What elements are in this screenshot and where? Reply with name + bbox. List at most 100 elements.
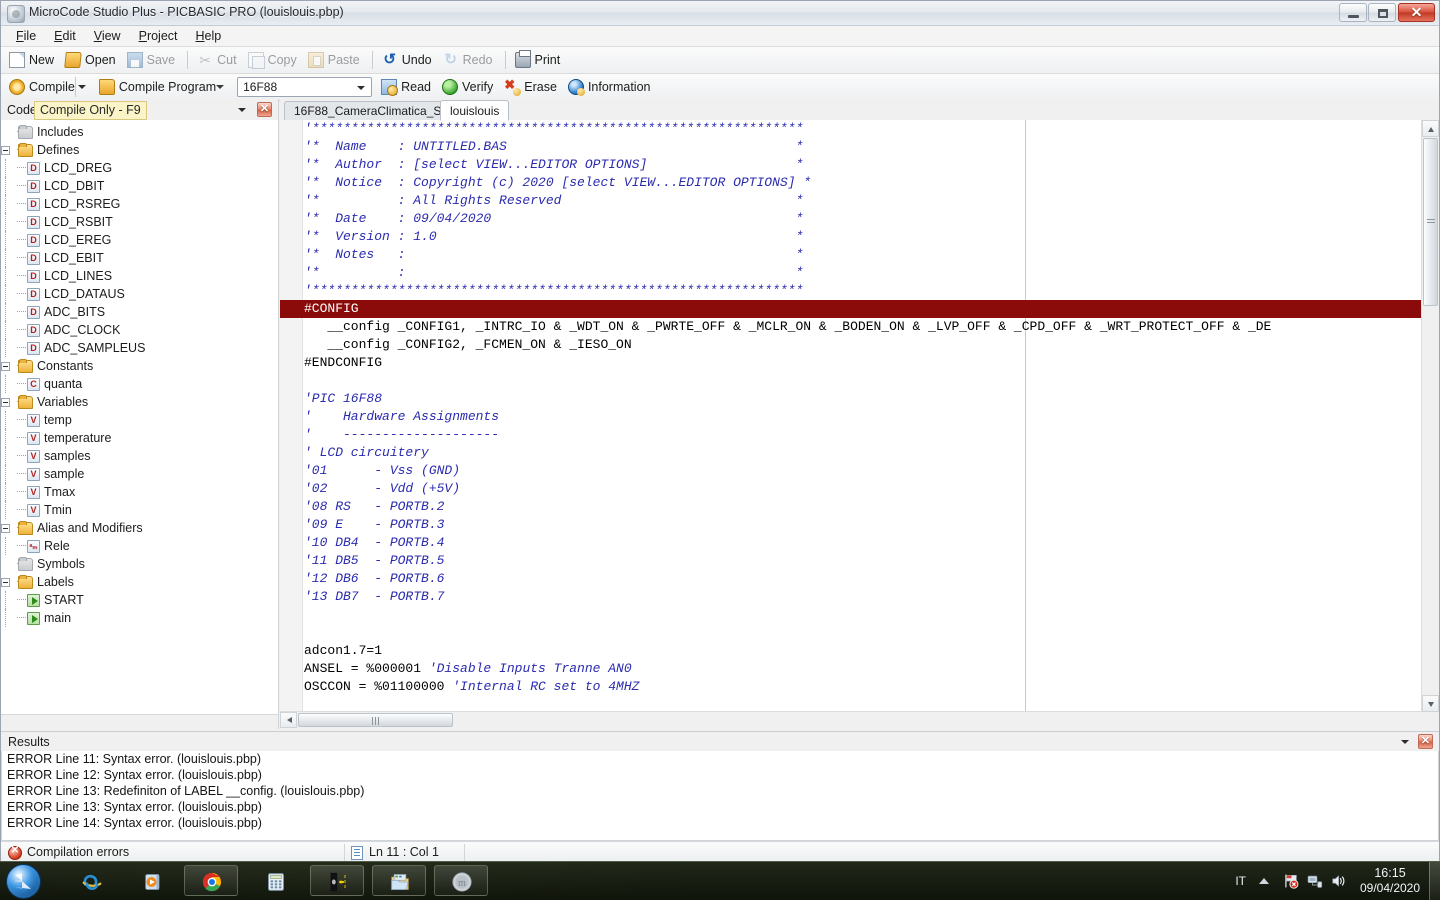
menu-help[interactable]: Help (187, 27, 231, 45)
tree-item-lcd-ereg[interactable]: DLCD_EREG (1, 231, 278, 249)
menu-edit[interactable]: Edit (45, 27, 85, 45)
code-panel-close-button[interactable]: ✕ (257, 102, 272, 117)
tree-item-start[interactable]: START (1, 591, 278, 609)
taskbar-media-player[interactable] (126, 865, 180, 896)
speaker-icon[interactable] (1330, 873, 1347, 889)
tree-item-temp[interactable]: Vtemp (1, 411, 278, 429)
undo-button[interactable]: ↺ Undo (378, 48, 439, 72)
tree-item-quanta[interactable]: Cquanta (1, 375, 278, 393)
result-message[interactable]: ERROR Line 11: Syntax error. (louislouis… (2, 751, 1438, 767)
close-window-button[interactable]: ✕ (1398, 3, 1435, 22)
tree-item-defines[interactable]: Defines (1, 141, 278, 159)
paste-button[interactable]: Paste (304, 48, 367, 72)
taskbar-file-explorer[interactable] (372, 865, 426, 896)
flag-alert-icon[interactable] (1283, 873, 1300, 889)
compile-program-button[interactable]: Compile Program (95, 75, 232, 99)
print-button[interactable]: Print (511, 48, 568, 72)
taskbar-google-chrome[interactable] (184, 865, 238, 896)
taskbar-pic-programmer[interactable]: 0 0 0 (310, 865, 364, 896)
compile-program-dropdown-arrow-icon[interactable] (216, 79, 225, 95)
show-desktop-button[interactable] (1429, 862, 1440, 900)
code-line: '* Name : UNTITLED.BAS * (304, 138, 1439, 156)
taskbar-clock[interactable]: 16:15 09/04/2020 (1354, 866, 1426, 896)
tree-item-label: LCD_DATAUS (44, 287, 125, 301)
taskbar-internet-explorer[interactable] (64, 865, 118, 896)
erase-button[interactable]: Erase (500, 75, 564, 99)
tree-item-label: main (44, 611, 71, 625)
menu-file[interactable]: File (7, 27, 45, 45)
taskbar-calculator[interactable] (248, 865, 302, 896)
vertical-scroll-thumb[interactable] (1423, 138, 1438, 306)
save-button[interactable]: Save (123, 48, 183, 72)
tree-item-adc-sampleus[interactable]: DADC_SAMPLEUS (1, 339, 278, 357)
tree-item-tmin[interactable]: VTmin (1, 501, 278, 519)
tab-16F88-CameraClimatica-Sito[interactable]: 16F88_CameraClimatica_Sito (284, 101, 464, 120)
editor-source-code[interactable]: '***************************************… (304, 120, 1439, 729)
language-indicator[interactable]: IT (1235, 874, 1246, 888)
tree-item-symbols[interactable]: Symbols (1, 555, 278, 573)
tree-item-labels[interactable]: Labels (1, 573, 278, 591)
horizontal-scroll-thumb[interactable] (298, 713, 453, 727)
tree-item-lcd-lines[interactable]: DLCD_LINES (1, 267, 278, 285)
result-message[interactable]: ERROR Line 12: Syntax error. (louislouis… (2, 767, 1438, 783)
tree-item-includes[interactable]: Includes (1, 123, 278, 141)
open-button[interactable]: Open (61, 48, 123, 72)
tab-louislouis[interactable]: louislouis (440, 100, 509, 121)
chevron-up-icon[interactable] (1259, 878, 1269, 884)
editor-vertical-scrollbar[interactable] (1421, 120, 1439, 712)
tree-item-constants[interactable]: Constants (1, 357, 278, 375)
compile-dropdown-arrow-icon[interactable] (75, 77, 88, 97)
tree-item-lcd-ebit[interactable]: DLCD_EBIT (1, 249, 278, 267)
result-message[interactable]: ERROR Line 14: Syntax error. (louislouis… (2, 815, 1438, 831)
tree-item-lcd-dbit[interactable]: DLCD_DBIT (1, 177, 278, 195)
tree-expander-icon[interactable] (1, 146, 10, 155)
tree-item-variables[interactable]: Variables (1, 393, 278, 411)
copy-button[interactable]: Copy (244, 48, 304, 72)
verify-button[interactable]: Verify (438, 75, 500, 99)
cut-button[interactable]: ✂ Cut (193, 48, 243, 72)
tree-item-samples[interactable]: Vsamples (1, 447, 278, 465)
tree-item-adc-clock[interactable]: DADC_CLOCK (1, 321, 278, 339)
menu-project[interactable]: Project (130, 27, 187, 45)
tree-item-adc-bits[interactable]: DADC_BITS (1, 303, 278, 321)
tree-item-temperature[interactable]: Vtemperature (1, 429, 278, 447)
menu-view[interactable]: View (85, 27, 130, 45)
editor-horizontal-scrollbar[interactable] (280, 711, 1422, 729)
tree-expander-icon[interactable] (1, 578, 10, 587)
code-panel-menu-arrow-icon[interactable] (238, 108, 246, 112)
result-message[interactable]: ERROR Line 13: Syntax error. (louislouis… (2, 799, 1438, 815)
tree-item-lcd-dataus[interactable]: DLCD_DATAUS (1, 285, 278, 303)
redo-button[interactable]: ↻ Redo (439, 48, 500, 72)
scroll-down-button[interactable] (1422, 695, 1439, 712)
results-close-button[interactable]: ✕ (1418, 734, 1433, 749)
device-select[interactable]: 16F88 (237, 77, 372, 97)
start-orb-icon[interactable] (6, 864, 41, 899)
minimize-button[interactable] (1339, 3, 1367, 22)
read-button[interactable]: Read (377, 75, 438, 99)
tree-expander-icon[interactable] (1, 524, 10, 533)
tree-item-lcd-rsreg[interactable]: DLCD_RSREG (1, 195, 278, 213)
tree-item-main[interactable]: main (1, 609, 278, 627)
new-button[interactable]: New (5, 48, 61, 72)
editor-text-area[interactable]: '***************************************… (280, 120, 1439, 729)
results-message-list[interactable]: ERROR Line 11: Syntax error. (louislouis… (1, 751, 1439, 841)
compile-button[interactable]: Compile (5, 75, 95, 99)
results-menu-arrow-icon[interactable] (1401, 740, 1409, 744)
tree-item-lcd-rsbit[interactable]: DLCD_RSBIT (1, 213, 278, 231)
tree-item-tmax[interactable]: VTmax (1, 483, 278, 501)
tree-item-sample[interactable]: Vsample (1, 465, 278, 483)
tree-expander-icon[interactable] (1, 398, 10, 407)
tree-item-alias-and-modifiers[interactable]: Alias and Modifiers (1, 519, 278, 537)
network-icon[interactable] (1306, 873, 1323, 889)
tree-item-rele[interactable]: ᵃₘRele (1, 537, 278, 555)
result-message[interactable]: ERROR Line 13: Redefiniton of LABEL __co… (2, 783, 1438, 799)
maximize-restore-button[interactable] (1368, 3, 1396, 22)
tree-expander-icon[interactable] (1, 362, 10, 371)
information-button[interactable]: Information (564, 75, 658, 99)
code-explorer-hscrollbar[interactable] (1, 714, 278, 729)
tree-item-lcd-dreg[interactable]: DLCD_DREG (1, 159, 278, 177)
tree-item-label: Variables (37, 395, 88, 409)
scroll-left-button[interactable] (280, 712, 297, 728)
scroll-up-button[interactable] (1422, 120, 1439, 137)
taskbar-microcode-studio[interactable]: m (434, 865, 488, 896)
